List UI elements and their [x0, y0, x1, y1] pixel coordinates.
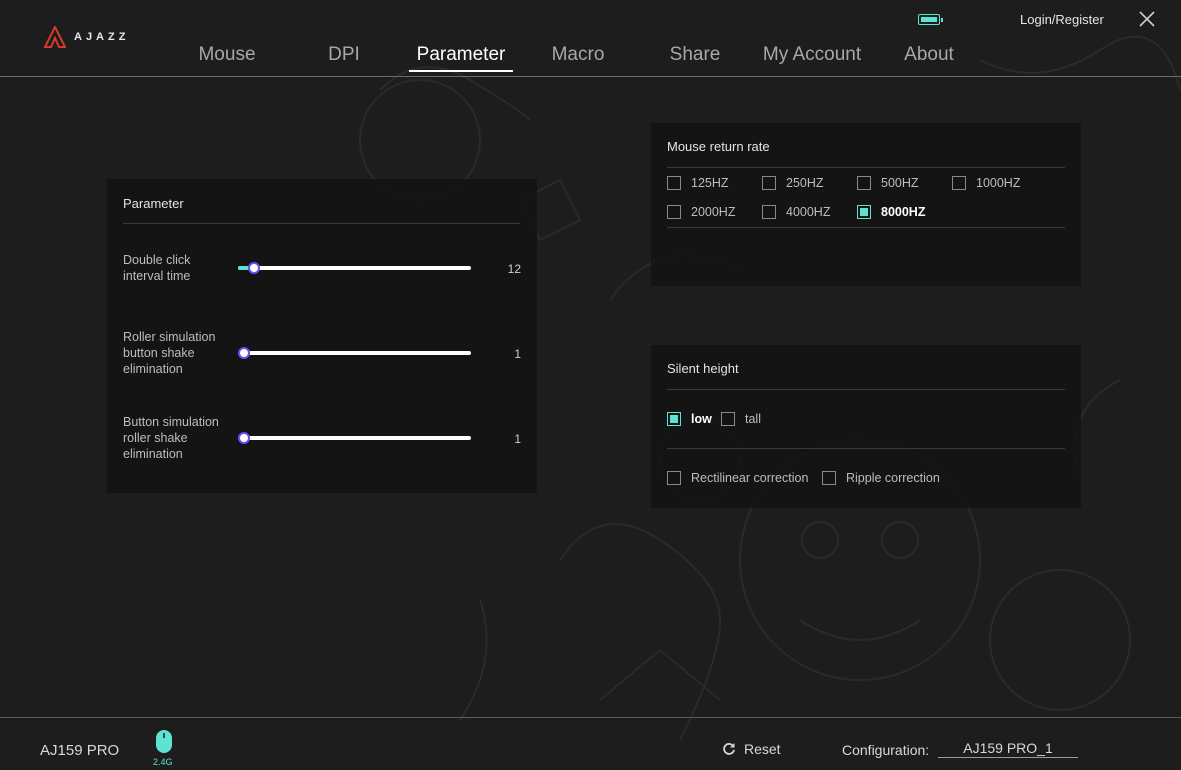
- rate-option-2000hz[interactable]: 2000HZ: [667, 205, 735, 219]
- checkbox[interactable]: [822, 471, 836, 485]
- silent-option-tall[interactable]: tall: [721, 412, 761, 426]
- slider-handle[interactable]: [248, 262, 260, 274]
- double-click-label: Double click interval time: [123, 253, 191, 283]
- checkbox[interactable]: [762, 176, 776, 190]
- reset-icon: [723, 743, 735, 755]
- tab-my-account[interactable]: My Account: [758, 44, 866, 70]
- return-rate-divider-bottom: [667, 227, 1065, 228]
- tab-dpi[interactable]: DPI: [326, 44, 362, 70]
- checkbox[interactable]: [762, 205, 776, 219]
- return-rate-title: Mouse return rate: [667, 139, 770, 154]
- configuration-selector[interactable]: AJ159 PRO_1: [938, 740, 1078, 758]
- roller-shake-value: 1: [514, 347, 521, 361]
- checkbox[interactable]: [721, 412, 735, 426]
- brand-name: AJAZZ: [74, 31, 130, 43]
- button-shake-slider[interactable]: [238, 432, 471, 444]
- button-shake-label: Button simulation roller shake eliminati…: [123, 415, 219, 461]
- checkbox-checked[interactable]: [857, 205, 871, 219]
- rate-option-125hz[interactable]: 125HZ: [667, 176, 729, 190]
- silent-height-divider: [667, 389, 1065, 390]
- rate-option-4000hz[interactable]: 4000HZ: [762, 205, 830, 219]
- rate-option-250hz[interactable]: 250HZ: [762, 176, 824, 190]
- device-name: AJ159 PRO: [40, 742, 120, 759]
- rectilinear-correction-option[interactable]: Rectilinear correction: [667, 471, 808, 485]
- checkbox[interactable]: [857, 176, 871, 190]
- slider-handle[interactable]: [238, 432, 250, 444]
- silent-option-low[interactable]: low: [667, 412, 712, 426]
- login-register-link[interactable]: Login/Register: [1020, 12, 1104, 27]
- reset-label: Reset: [744, 741, 781, 757]
- ripple-correction-option[interactable]: Ripple correction: [822, 471, 940, 485]
- return-rate-divider: [667, 167, 1065, 168]
- silent-height-divider-mid: [667, 448, 1065, 449]
- double-click-slider[interactable]: [238, 262, 471, 274]
- mouse-device-icon[interactable]: [155, 729, 173, 754]
- silent-height-panel: Silent height low tall Rectilinear corre…: [651, 345, 1081, 508]
- tab-macro[interactable]: Macro: [548, 44, 608, 70]
- roller-shake-slider[interactable]: [238, 347, 471, 359]
- rate-option-8000hz[interactable]: 8000HZ: [857, 205, 925, 219]
- parameter-title: Parameter: [123, 196, 184, 211]
- battery-full-icon: [918, 14, 943, 25]
- checkbox[interactable]: [952, 176, 966, 190]
- rate-option-1000hz[interactable]: 1000HZ: [952, 176, 1020, 190]
- tab-share[interactable]: Share: [668, 44, 722, 70]
- app-header: AJAZZ Mouse DPI Parameter Macro Share My…: [0, 0, 1181, 77]
- parameter-panel: Parameter Double click interval time 12 …: [107, 179, 537, 493]
- parameter-divider: [123, 223, 520, 224]
- checkbox[interactable]: [667, 205, 681, 219]
- rate-option-500hz[interactable]: 500HZ: [857, 176, 919, 190]
- checkbox[interactable]: [667, 176, 681, 190]
- connection-label: 2.4G: [153, 757, 173, 767]
- tab-mouse[interactable]: Mouse: [196, 44, 258, 70]
- app-footer: AJ159 PRO 2.4G Reset Configuration: AJ15…: [0, 717, 1181, 770]
- roller-shake-label: Roller simulation button shake eliminati…: [123, 330, 216, 376]
- slider-handle[interactable]: [238, 347, 250, 359]
- return-rate-panel: Mouse return rate 125HZ 250HZ 500HZ 1000…: [651, 123, 1081, 286]
- configuration-label: Configuration:: [842, 742, 930, 758]
- main-nav: Mouse DPI Parameter Macro Share My Accou…: [0, 44, 1181, 72]
- button-shake-value: 1: [514, 432, 521, 446]
- tab-about[interactable]: About: [900, 44, 958, 70]
- tab-parameter[interactable]: Parameter: [409, 44, 513, 72]
- silent-height-title: Silent height: [667, 361, 739, 376]
- close-icon[interactable]: [1138, 10, 1156, 28]
- checkbox[interactable]: [667, 471, 681, 485]
- reset-button[interactable]: Reset: [722, 741, 781, 757]
- double-click-value: 12: [507, 262, 521, 276]
- checkbox-checked[interactable]: [667, 412, 681, 426]
